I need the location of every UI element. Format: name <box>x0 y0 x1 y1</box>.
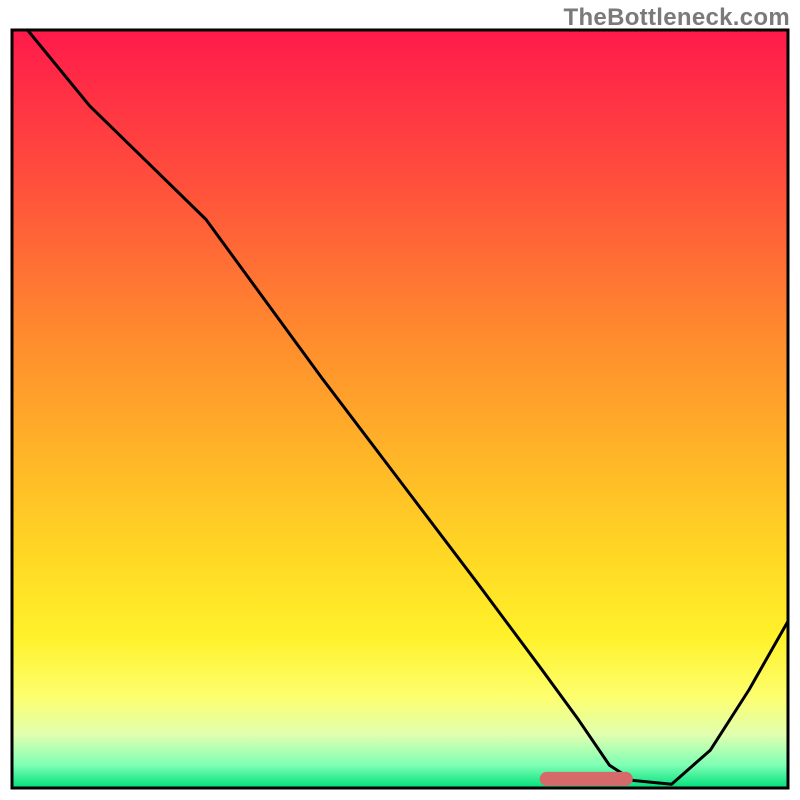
watermark-text: TheBottleneck.com <box>564 4 790 32</box>
optimal-range-marker <box>540 772 633 786</box>
chart-svg <box>0 0 800 800</box>
bottleneck-chart: TheBottleneck.com <box>0 0 800 800</box>
